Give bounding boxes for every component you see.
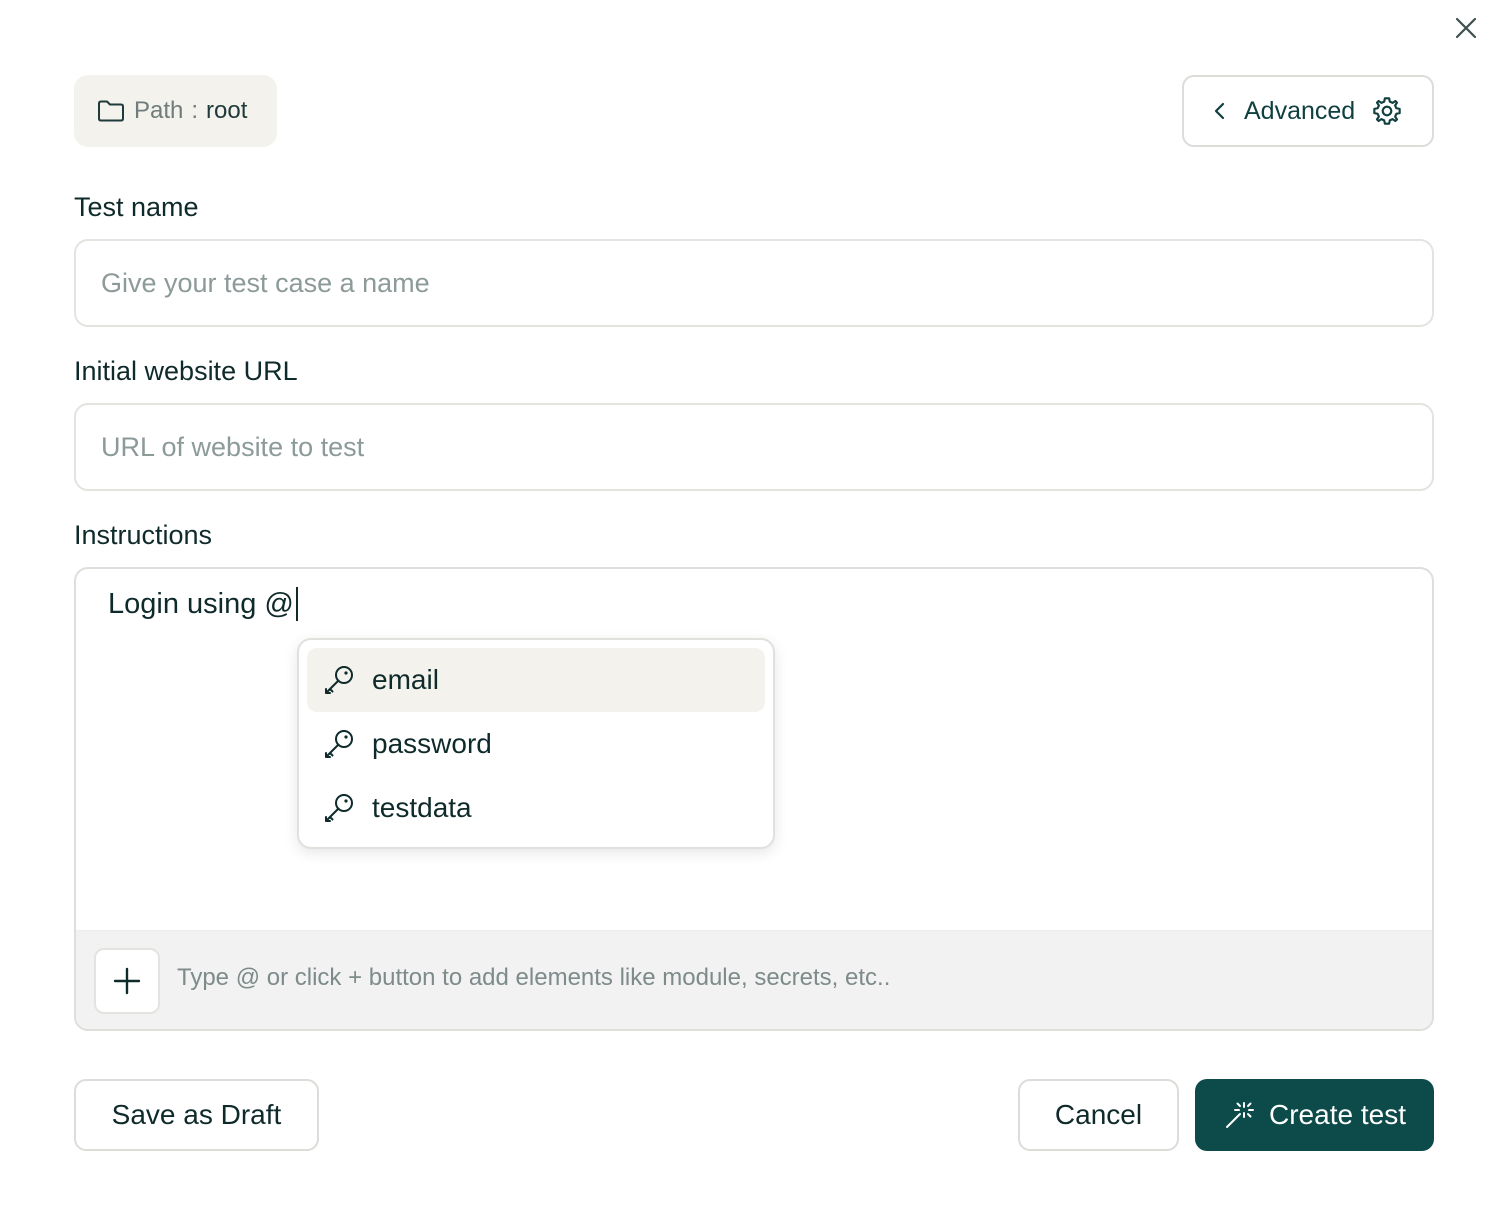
cancel-label: Cancel bbox=[1054, 1099, 1143, 1130]
folder-icon bbox=[97, 99, 125, 123]
plus-icon bbox=[113, 967, 141, 995]
save-draft-label: Save as Draft bbox=[111, 1099, 282, 1130]
path-key: Path bbox=[134, 97, 184, 124]
instructions-text-line: Login using @ bbox=[108, 587, 298, 621]
instructions-label: Instructions bbox=[74, 520, 213, 550]
key-icon bbox=[322, 727, 356, 761]
test-name-label: Test name bbox=[74, 192, 199, 222]
url-label: Initial website URL bbox=[74, 356, 298, 386]
test-name-input[interactable] bbox=[76, 241, 1432, 325]
suggestion-label: testdata bbox=[372, 792, 472, 823]
instructions-hint: Type @ or click + button to add elements… bbox=[177, 964, 891, 991]
create-test-label: Create test bbox=[1269, 1099, 1406, 1130]
gear-icon bbox=[1371, 95, 1403, 127]
chevron-left-icon bbox=[1212, 101, 1228, 121]
advanced-label: Advanced bbox=[1244, 96, 1356, 125]
add-element-button[interactable] bbox=[94, 948, 160, 1014]
advanced-button[interactable]: Advanced bbox=[1182, 75, 1434, 147]
suggestion-item-email[interactable]: email bbox=[307, 648, 765, 712]
suggestion-item-testdata[interactable]: testdata bbox=[307, 776, 765, 840]
test-name-field bbox=[74, 239, 1434, 327]
suggestion-label: email bbox=[372, 664, 439, 695]
path-value: root bbox=[206, 97, 248, 124]
magic-wand-icon bbox=[1223, 1099, 1255, 1131]
path-chip[interactable]: Path : root bbox=[74, 75, 277, 147]
create-test-button[interactable]: Create test bbox=[1195, 1079, 1434, 1151]
key-icon bbox=[322, 663, 356, 697]
key-icon bbox=[322, 791, 356, 825]
path-separator: : bbox=[191, 97, 199, 124]
cancel-button[interactable]: Cancel bbox=[1018, 1079, 1179, 1151]
suggestion-label: password bbox=[372, 728, 492, 759]
close-button[interactable] bbox=[1446, 8, 1486, 48]
url-input[interactable] bbox=[76, 405, 1432, 489]
save-draft-button[interactable]: Save as Draft bbox=[74, 1079, 319, 1151]
instructions-footer: Type @ or click + button to add elements… bbox=[76, 930, 1432, 1029]
instructions-text: Login using @ bbox=[108, 587, 294, 620]
text-caret bbox=[295, 587, 298, 621]
url-field bbox=[74, 403, 1434, 491]
suggestion-item-password[interactable]: password bbox=[307, 712, 765, 776]
close-icon bbox=[1455, 17, 1477, 39]
mention-suggestions-dropdown: email password testdata bbox=[297, 638, 775, 849]
